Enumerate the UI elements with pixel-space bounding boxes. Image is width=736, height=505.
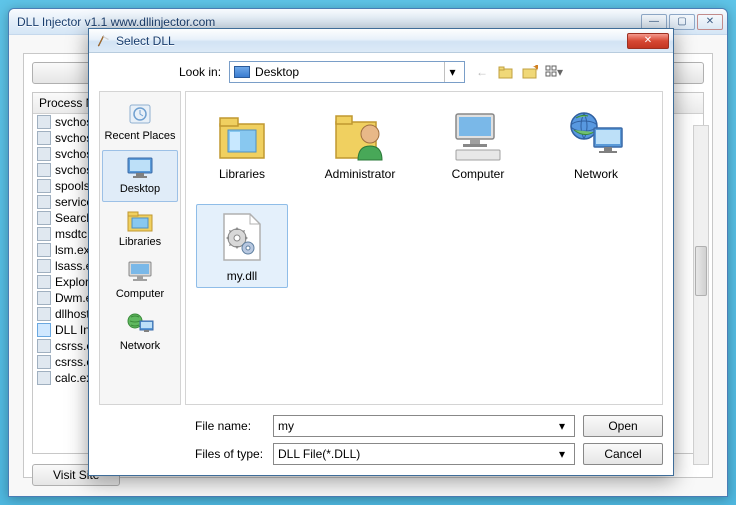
computer-icon bbox=[446, 107, 510, 163]
process-icon bbox=[37, 211, 51, 225]
main-title: DLL Injector v1.1 www.dllinjector.com bbox=[17, 15, 641, 29]
file-label: Computer bbox=[437, 167, 519, 181]
process-icon bbox=[37, 275, 51, 289]
process-icon bbox=[37, 323, 51, 337]
file-item-administrator[interactable]: Administrator bbox=[314, 102, 406, 186]
process-icon bbox=[37, 163, 51, 177]
process-icon bbox=[37, 259, 51, 273]
filename-input[interactable]: my ▾ bbox=[273, 415, 575, 437]
place-label: Desktop bbox=[103, 183, 177, 195]
lookin-value: Desktop bbox=[255, 65, 299, 79]
place-label: Computer bbox=[102, 288, 178, 300]
new-folder-icon[interactable]: ✦ bbox=[521, 63, 539, 81]
user-icon bbox=[328, 107, 392, 163]
place-label: Network bbox=[102, 340, 178, 352]
desktop-icon bbox=[124, 153, 156, 181]
computer-icon bbox=[124, 258, 156, 286]
select-dll-dialog: Select DLL ✕ Look in: Desktop ▾ ← ✦ ▾ Re… bbox=[88, 28, 674, 476]
file-label: Administrator bbox=[319, 167, 401, 181]
places-desktop[interactable]: Desktop bbox=[102, 150, 178, 202]
nav-toolbar: ← ✦ ▾ bbox=[473, 63, 563, 81]
dialog-icon bbox=[95, 33, 111, 49]
process-name: lsass.e bbox=[55, 259, 92, 273]
process-icon bbox=[37, 147, 51, 161]
dll-icon bbox=[210, 209, 274, 265]
process-icon bbox=[37, 115, 51, 129]
file-item-libraries[interactable]: Libraries bbox=[196, 102, 288, 186]
file-browser[interactable]: Libraries Administrator Computer Network my.… bbox=[185, 91, 663, 405]
recent-places-icon bbox=[124, 100, 156, 128]
dropdown-arrow-icon[interactable]: ▾ bbox=[444, 62, 460, 82]
main-scrollbar[interactable] bbox=[693, 125, 709, 465]
filetype-dropdown[interactable]: DLL File(*.DLL) ▾ bbox=[273, 443, 575, 465]
dialog-title: Select DLL bbox=[116, 34, 627, 48]
cancel-button[interactable]: Cancel bbox=[583, 443, 663, 465]
up-folder-icon[interactable] bbox=[497, 63, 515, 81]
lookin-row: Look in: Desktop ▾ ← ✦ ▾ bbox=[99, 61, 663, 83]
open-button[interactable]: Open bbox=[583, 415, 663, 437]
places-bar: Recent Places Desktop Libraries Computer Net… bbox=[99, 91, 181, 405]
filename-label: File name: bbox=[195, 419, 265, 433]
process-icon bbox=[37, 243, 51, 257]
lookin-label: Look in: bbox=[179, 65, 221, 79]
process-icon bbox=[37, 339, 51, 353]
file-item-my-dll[interactable]: my.dll bbox=[196, 204, 288, 288]
process-icon bbox=[37, 227, 51, 241]
close-button[interactable]: ✕ bbox=[697, 14, 723, 30]
process-icon bbox=[37, 131, 51, 145]
process-icon bbox=[37, 195, 51, 209]
network-icon bbox=[124, 310, 156, 338]
lookin-dropdown[interactable]: Desktop ▾ bbox=[229, 61, 465, 83]
file-label: Libraries bbox=[201, 167, 283, 181]
filetype-value: DLL File(*.DLL) bbox=[278, 447, 554, 461]
dropdown-arrow-icon[interactable]: ▾ bbox=[554, 416, 570, 436]
process-icon bbox=[37, 179, 51, 193]
libraries-icon bbox=[210, 107, 274, 163]
file-label: my.dll bbox=[201, 269, 283, 283]
dropdown-arrow-icon[interactable]: ▾ bbox=[554, 444, 570, 464]
places-computer[interactable]: Computer bbox=[102, 256, 178, 306]
process-icon bbox=[37, 291, 51, 305]
scrollbar-thumb[interactable] bbox=[695, 246, 707, 296]
place-label: Recent Places bbox=[102, 130, 178, 142]
dialog-close-button[interactable]: ✕ bbox=[627, 33, 669, 49]
filename-value: my bbox=[278, 419, 554, 433]
back-icon[interactable]: ← bbox=[473, 63, 491, 81]
process-icon bbox=[37, 371, 51, 385]
file-item-network[interactable]: Network bbox=[550, 102, 642, 186]
file-label: Network bbox=[555, 167, 637, 181]
file-item-computer[interactable]: Computer bbox=[432, 102, 524, 186]
libraries-icon bbox=[124, 206, 156, 234]
view-menu-icon[interactable]: ▾ bbox=[545, 63, 563, 81]
places-libraries[interactable]: Libraries bbox=[102, 204, 178, 254]
process-icon bbox=[37, 307, 51, 321]
process-name: DLL Inj bbox=[55, 323, 93, 337]
places-recent-places[interactable]: Recent Places bbox=[102, 98, 178, 148]
filetype-label: Files of type: bbox=[195, 447, 265, 461]
place-label: Libraries bbox=[102, 236, 178, 248]
network-icon bbox=[564, 107, 628, 163]
desktop-icon bbox=[234, 66, 250, 78]
process-icon bbox=[37, 355, 51, 369]
places-network[interactable]: Network bbox=[102, 308, 178, 358]
dialog-titlebar[interactable]: Select DLL ✕ bbox=[89, 29, 673, 53]
svg-text:✦: ✦ bbox=[532, 65, 538, 74]
